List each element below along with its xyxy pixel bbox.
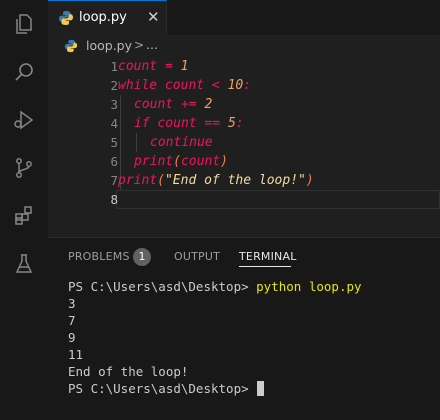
terminal-cursor	[257, 381, 265, 396]
token-number: 5	[227, 116, 236, 131]
python-file-icon	[64, 39, 78, 53]
line-number: 6	[110, 154, 118, 169]
token-function: print	[118, 173, 158, 188]
close-icon[interactable]: ✕	[147, 9, 160, 25]
token-function: print	[134, 154, 174, 169]
line-number: 5	[110, 135, 118, 150]
testing-icon[interactable]	[12, 252, 36, 276]
terminal-line: PS C:\Users\asd\Desktop>	[68, 380, 362, 397]
token-variable: count	[118, 59, 158, 74]
token-operator: =	[157, 59, 181, 74]
token-keyword: if	[134, 116, 150, 131]
chevron-right-icon: >	[134, 38, 145, 52]
line-number: 2	[110, 78, 118, 93]
terminal-prompt: PS C:\Users\asd\Desktop>	[68, 279, 257, 294]
terminal-prompt: PS C:\Users\asd\Desktop>	[68, 381, 257, 396]
terminal-command: python loop.py	[256, 279, 362, 294]
token-number: 2	[204, 97, 213, 112]
token-paren: (	[157, 173, 165, 188]
token-variable: count	[157, 78, 205, 93]
token-paren: )	[305, 173, 314, 188]
token-string: "End of the loop!"	[164, 173, 306, 188]
code-line: 1 count = 1	[48, 57, 440, 76]
terminal-line: 7	[68, 313, 76, 328]
token-keyword: while	[118, 78, 158, 93]
explorer-icon[interactable]	[12, 12, 36, 36]
token-paren: (	[173, 154, 181, 169]
code-line: 2 while count < 10:	[48, 76, 440, 95]
token-punctuation: :	[235, 116, 244, 131]
terminal-line: PS C:\Users\asd\Desktop> python loop.py	[68, 278, 362, 295]
extensions-icon[interactable]	[12, 204, 36, 228]
line-number: 8	[110, 192, 118, 207]
token-keyword: continue	[150, 135, 213, 150]
bottom-panel: PROBLEMS 1 OUTPUT TERMINAL PS C:\Users\a…	[48, 237, 440, 420]
editor-tab-bar: loop.py ✕	[48, 0, 440, 36]
tab-terminal[interactable]: TERMINAL	[239, 250, 297, 264]
terminal-output[interactable]: PS C:\Users\asd\Desktop> python loop.py …	[68, 278, 362, 397]
breadcrumb-file[interactable]: loop.py	[86, 38, 132, 54]
active-tab-indicator	[239, 266, 291, 267]
code-line: 8	[48, 190, 440, 209]
code-line: 4 if count == 5:	[48, 114, 440, 133]
line-number: 7	[110, 173, 118, 188]
terminal-line: 3	[68, 296, 76, 311]
code-editor[interactable]: 1 count = 1 2 while count < 10: 3 count …	[48, 57, 440, 237]
token-variable: count	[180, 154, 221, 169]
token-number: 10	[227, 78, 244, 93]
line-number: 3	[110, 97, 118, 112]
activity-bar	[0, 0, 49, 420]
python-file-icon	[59, 11, 73, 25]
line-number: 1	[110, 59, 118, 74]
run-debug-icon[interactable]	[12, 108, 36, 132]
breadcrumb-symbols[interactable]: ...	[146, 37, 158, 53]
token-variable: count	[134, 97, 174, 112]
terminal-line: 11	[68, 347, 84, 362]
code-line: 7 print("End of the loop!")	[48, 171, 440, 190]
tab-loop-py[interactable]: loop.py ✕	[48, 0, 167, 35]
line-number: 4	[110, 116, 118, 131]
tab-label: loop.py	[79, 10, 127, 25]
token-punctuation: :	[243, 78, 252, 93]
tab-problems[interactable]: PROBLEMS	[68, 250, 130, 264]
code-line: 6 print(count)	[48, 152, 440, 171]
terminal-line: 9	[68, 330, 76, 345]
source-control-icon[interactable]	[12, 156, 36, 180]
token-paren: )	[220, 154, 228, 169]
breadcrumb: loop.py > ...	[48, 35, 440, 57]
token-operator: ==	[196, 116, 228, 131]
terminal-line: End of the loop!	[68, 364, 189, 379]
token-number: 1	[180, 59, 189, 74]
token-operator: +=	[173, 97, 205, 112]
token-variable: count	[149, 116, 197, 131]
search-icon[interactable]	[12, 60, 36, 84]
code-line: 3 count += 2	[48, 95, 440, 114]
problems-count-badge: 1	[133, 248, 151, 266]
tab-output[interactable]: OUTPUT	[174, 250, 220, 264]
code-line: 5 continue	[48, 133, 440, 152]
token-operator: <	[204, 78, 228, 93]
